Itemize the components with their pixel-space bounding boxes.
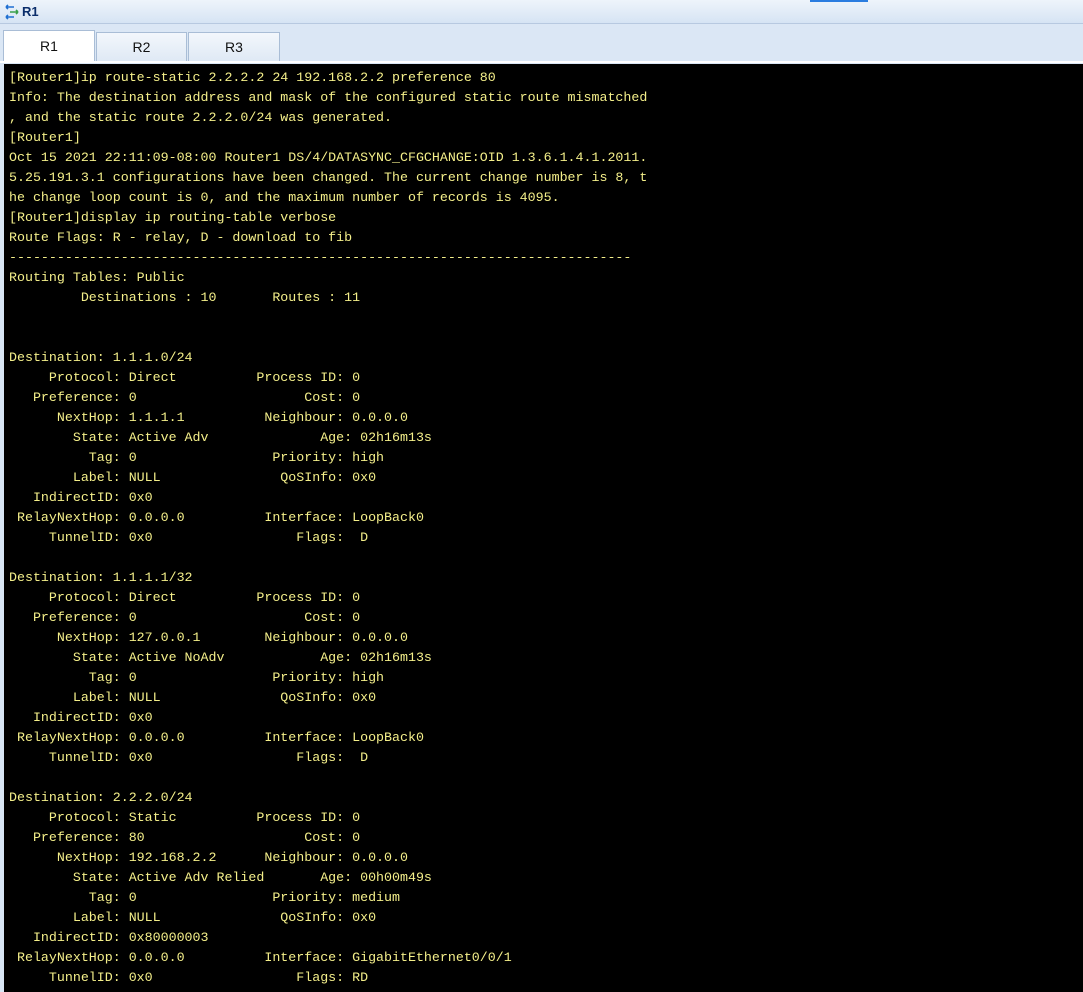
window-title: R1 — [22, 4, 39, 19]
terminal-line: , and the static route 2.2.2.0/24 was ge… — [9, 110, 393, 125]
terminal-line: IndirectID: 0x80000003 — [9, 930, 209, 945]
terminal-line: Destination: 2.2.2.0/24 — [9, 790, 193, 805]
tab-r1[interactable]: R1 — [3, 30, 95, 61]
terminal-line: TunnelID: 0x0 Flags: D — [9, 750, 369, 765]
terminal-line: Preference: 0 Cost: 0 — [9, 390, 361, 405]
terminal-line: Label: NULL QoSInfo: 0x0 — [9, 910, 377, 925]
terminal-line: NextHop: 1.1.1.1 Neighbour: 0.0.0.0 — [9, 410, 408, 425]
terminal-line: Tag: 0 Priority: high — [9, 450, 385, 465]
terminal-line: Tag: 0 Priority: medium — [9, 890, 400, 905]
terminal-line: Route Flags: R - relay, D - download to … — [9, 230, 353, 245]
terminal-line: Destination: 1.1.1.1/32 — [9, 570, 193, 585]
terminal-line: RelayNextHop: 0.0.0.0 Interface: Gigabit… — [9, 950, 512, 965]
terminal-line: State: Active NoAdv Age: 02h16m13s — [9, 650, 432, 665]
terminal-console[interactable]: [Router1]ip route-static 2.2.2.2 24 192.… — [4, 64, 1083, 992]
network-device-icon — [4, 4, 20, 20]
terminal-line: NextHop: 127.0.0.1 Neighbour: 0.0.0.0 — [9, 630, 408, 645]
terminal-line: ----------------------------------------… — [9, 250, 632, 265]
terminal-line: Oct 15 2021 22:11:09-08:00 Router1 DS/4/… — [9, 150, 648, 165]
terminal-line: Label: NULL QoSInfo: 0x0 — [9, 470, 377, 485]
terminal-line: RelayNextHop: 0.0.0.0 Interface: LoopBac… — [9, 510, 424, 525]
terminal-line: Routing Tables: Public — [9, 270, 185, 285]
terminal-window: R1 R1 R2 R3 [Router1]ip route-static 2.2… — [0, 0, 1083, 992]
tab-divider — [0, 61, 1083, 63]
terminal-line: Protocol: Direct Process ID: 0 — [9, 370, 361, 385]
terminal-line: State: Active Adv Relied Age: 00h00m49s — [9, 870, 432, 885]
terminal-line: IndirectID: 0x0 — [9, 490, 153, 505]
terminal-line: State: Active Adv Age: 02h16m13s — [9, 430, 432, 445]
terminal-line: [Router1] — [9, 130, 81, 145]
tab-r2[interactable]: R2 — [96, 32, 187, 61]
terminal-line: Label: NULL QoSInfo: 0x0 — [9, 690, 377, 705]
title-accent-bar — [810, 0, 868, 2]
terminal-line: Info: The destination address and mask o… — [9, 90, 648, 105]
terminal-line: IndirectID: 0x0 — [9, 710, 153, 725]
terminal-line: Destination: 1.1.1.0/24 — [9, 350, 193, 365]
tab-r3[interactable]: R3 — [188, 32, 280, 61]
terminal-line: TunnelID: 0x0 Flags: RD — [9, 970, 369, 985]
terminal-line: Preference: 80 Cost: 0 — [9, 830, 361, 845]
terminal-line: Protocol: Direct Process ID: 0 — [9, 590, 361, 605]
terminal-line: NextHop: 192.168.2.2 Neighbour: 0.0.0.0 — [9, 850, 408, 865]
terminal-line: TunnelID: 0x0 Flags: D — [9, 530, 369, 545]
terminal-line: [Router1]ip route-static 2.2.2.2 24 192.… — [9, 70, 496, 85]
title-bar: R1 — [0, 0, 1083, 24]
tab-bar: R1 R2 R3 — [0, 24, 1083, 61]
terminal-line: Protocol: Static Process ID: 0 — [9, 810, 361, 825]
terminal-line: Destinations : 10 Routes : 11 — [9, 290, 361, 305]
terminal-line: RelayNextHop: 0.0.0.0 Interface: LoopBac… — [9, 730, 424, 745]
terminal-line: Preference: 0 Cost: 0 — [9, 610, 361, 625]
terminal-line: 5.25.191.3.1 configurations have been ch… — [9, 170, 648, 185]
terminal-line: [Router1]display ip routing-table verbos… — [9, 210, 337, 225]
terminal-line: he change loop count is 0, and the maxim… — [9, 190, 560, 205]
terminal-line: Tag: 0 Priority: high — [9, 670, 385, 685]
